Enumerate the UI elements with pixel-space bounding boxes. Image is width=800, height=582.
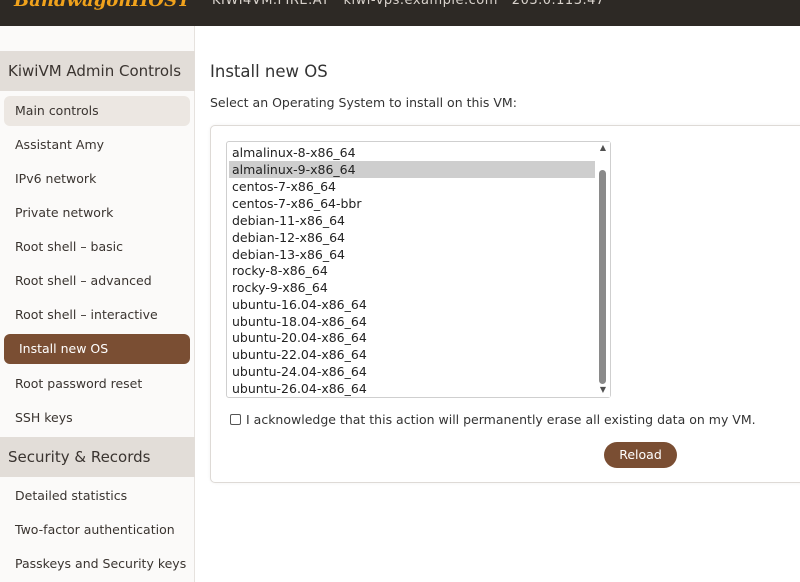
os-option[interactable]: ubuntu-26.04-x86_64 bbox=[229, 380, 595, 397]
sidebar-item-root-shell-basic[interactable]: Root shell – basic bbox=[4, 232, 190, 262]
sidebar-item-root-password-reset[interactable]: Root password reset bbox=[4, 369, 190, 399]
scroll-up-arrow-icon[interactable]: ▲ bbox=[598, 143, 608, 153]
os-option[interactable]: rocky-8-x86_64 bbox=[229, 262, 595, 279]
sidebar-item-detailed-statistics[interactable]: Detailed statistics bbox=[4, 481, 190, 511]
os-option[interactable]: ubuntu-20.04-x86_64 bbox=[229, 329, 595, 346]
top-header: BandwagonHOST KIWI4VM.FIRE.AT · kiwi-vps… bbox=[0, 0, 800, 26]
os-option-selected[interactable]: almalinux-9-x86_64 bbox=[229, 161, 595, 178]
vm-host-info: KIWI4VM.FIRE.AT · kiwi-vps.example.com ·… bbox=[212, 0, 605, 8]
os-option[interactable]: centos-7-x86_64 bbox=[229, 178, 595, 195]
acknowledge-checkbox[interactable] bbox=[230, 414, 241, 425]
sidebar-item-main-controls[interactable]: Main controls bbox=[4, 96, 190, 126]
sidebar-item-assistant-amy[interactable]: Assistant Amy bbox=[4, 130, 190, 160]
sidebar-item-passkeys[interactable]: Passkeys and Security keys bbox=[4, 549, 190, 579]
page-title: Install new OS bbox=[210, 62, 328, 81]
sidebar-item-install-new-os[interactable]: Install new OS bbox=[4, 334, 190, 364]
reload-button[interactable]: Reload bbox=[604, 442, 677, 468]
sidebar-item-private-network[interactable]: Private network bbox=[4, 198, 190, 228]
sidebar-item-two-factor-auth[interactable]: Two-factor authentication bbox=[4, 515, 190, 545]
os-option[interactable]: ubuntu-24.04-x86_64 bbox=[229, 363, 595, 380]
os-option[interactable]: debian-11-x86_64 bbox=[229, 212, 595, 229]
os-option[interactable]: ubuntu-18.04-x86_64 bbox=[229, 313, 595, 330]
os-option[interactable]: debian-12-x86_64 bbox=[229, 229, 595, 246]
acknowledge-label: I acknowledge that this action will perm… bbox=[246, 412, 756, 427]
page-instructions: Select an Operating System to install on… bbox=[210, 95, 517, 110]
sidebar-section-admin-controls: KiwiVM Admin Controls bbox=[0, 51, 195, 91]
os-option[interactable]: ubuntu-22.04-x86_64 bbox=[229, 346, 595, 363]
os-select-list[interactable]: almalinux-8-x86_64 almalinux-9-x86_64 ce… bbox=[226, 141, 611, 398]
os-option[interactable]: ubuntu-16.04-x86_64 bbox=[229, 296, 595, 313]
os-option[interactable]: almalinux-8-x86_64 bbox=[229, 144, 595, 161]
sidebar-section-security-records: Security & Records bbox=[0, 437, 195, 477]
scrollbar-thumb[interactable] bbox=[599, 170, 606, 384]
scroll-down-arrow-icon[interactable]: ▼ bbox=[598, 385, 608, 395]
brand-logo[interactable]: BandwagonHOST bbox=[14, 0, 190, 11]
os-option[interactable]: centos-7-x86_64-bbr bbox=[229, 195, 595, 212]
os-option[interactable]: rocky-9-x86_64 bbox=[229, 279, 595, 296]
sidebar-item-ssh-keys[interactable]: SSH keys bbox=[4, 403, 190, 433]
sidebar-item-root-shell-advanced[interactable]: Root shell – advanced bbox=[4, 266, 190, 296]
sidebar-item-root-shell-interactive[interactable]: Root shell – interactive bbox=[4, 300, 190, 330]
os-option[interactable]: debian-13-x86_64 bbox=[229, 246, 595, 263]
sidebar-item-ipv6-network[interactable]: IPv6 network bbox=[4, 164, 190, 194]
